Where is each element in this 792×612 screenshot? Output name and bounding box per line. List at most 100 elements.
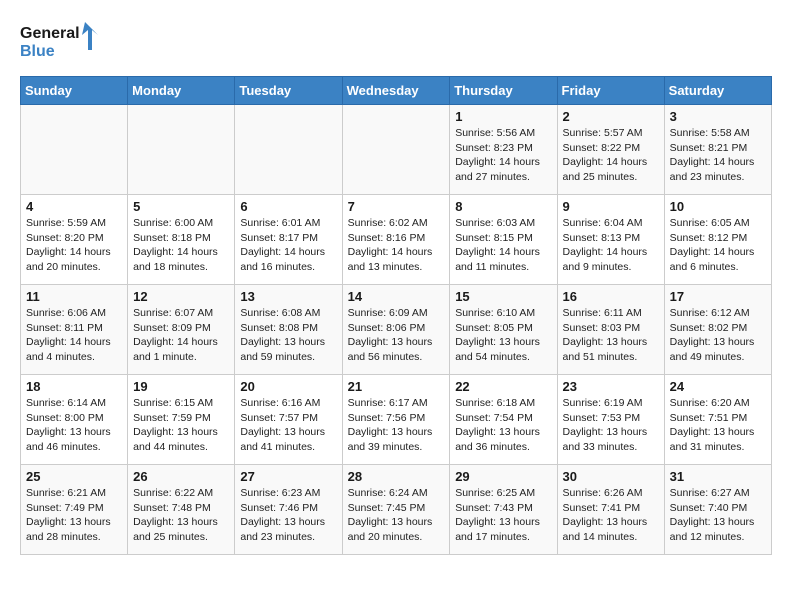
calendar-day-29: 29 Sunrise: 6:25 AM Sunset: 7:43 PM Dayli… [450,465,557,555]
calendar-day-empty [235,105,342,195]
day-number: 14 [348,289,445,304]
day-info: Sunrise: 6:00 AM Sunset: 8:18 PM Dayligh… [133,216,229,275]
calendar-day-empty [128,105,235,195]
calendar-day-1: 1 Sunrise: 5:56 AM Sunset: 8:23 PM Daylig… [450,105,557,195]
day-number: 10 [670,199,766,214]
calendar-day-7: 7 Sunrise: 6:02 AM Sunset: 8:16 PM Daylig… [342,195,450,285]
day-info: Sunrise: 6:11 AM Sunset: 8:03 PM Dayligh… [563,306,659,365]
calendar-day-27: 27Sunrise: 6:23 AM Sunset: 7:46 PM Dayli… [235,465,342,555]
calendar-day-30: 30 Sunrise: 6:26 AM Sunset: 7:41 PM Dayli… [557,465,664,555]
day-number: 11 [26,289,122,304]
calendar-day-20: 20 Sunrise: 6:16 AM Sunset: 7:57 PM Dayli… [235,375,342,465]
day-info: Sunrise: 6:06 AM Sunset: 8:11 PM Dayligh… [26,306,122,365]
day-info: Sunrise: 5:56 AM Sunset: 8:23 PM Dayligh… [455,126,551,185]
calendar-week-4: 18Sunrise: 6:14 AM Sunset: 8:00 PM Dayli… [21,375,772,465]
day-info: Sunrise: 6:17 AM Sunset: 7:56 PM Dayligh… [348,396,445,455]
calendar-day-16: 16 Sunrise: 6:11 AM Sunset: 8:03 PM Dayli… [557,285,664,375]
calendar-day-23: 23 Sunrise: 6:19 AM Sunset: 7:53 PM Dayli… [557,375,664,465]
calendar-day-22: 22 Sunrise: 6:18 AM Sunset: 7:54 PM Dayli… [450,375,557,465]
day-number: 1 [455,109,551,124]
day-number: 3 [670,109,766,124]
day-info: Sunrise: 6:03 AM Sunset: 8:15 PM Dayligh… [455,216,551,275]
calendar-day-25: 25 Sunrise: 6:21 AM Sunset: 7:49 PM Dayli… [21,465,128,555]
day-number: 2 [563,109,659,124]
svg-text:Blue: Blue [20,43,55,60]
day-number: 21 [348,379,445,394]
day-info: Sunrise: 6:09 AM Sunset: 8:06 PM Dayligh… [348,306,445,365]
day-number: 12 [133,289,229,304]
calendar-week-3: 11 Sunrise: 6:06 AM Sunset: 8:11 PM Dayli… [21,285,772,375]
day-number: 24 [670,379,766,394]
calendar-week-1: 1 Sunrise: 5:56 AM Sunset: 8:23 PM Daylig… [21,105,772,195]
day-number: 9 [563,199,659,214]
day-number: 8 [455,199,551,214]
day-number: 26 [133,469,229,484]
day-number: 30 [563,469,659,484]
calendar-day-empty [342,105,450,195]
day-info: Sunrise: 6:18 AM Sunset: 7:54 PM Dayligh… [455,396,551,455]
day-info: Sunrise: 6:12 AM Sunset: 8:02 PM Dayligh… [670,306,766,365]
day-number: 28 [348,469,445,484]
day-info: Sunrise: 6:04 AM Sunset: 8:13 PM Dayligh… [563,216,659,275]
day-info: Sunrise: 6:14 AM Sunset: 8:00 PM Dayligh… [26,396,122,455]
calendar-day-15: 15 Sunrise: 6:10 AM Sunset: 8:05 PM Dayli… [450,285,557,375]
day-info: Sunrise: 6:07 AM Sunset: 8:09 PM Dayligh… [133,306,229,365]
calendar-day-31: 31Sunrise: 6:27 AM Sunset: 7:40 PM Dayli… [664,465,771,555]
day-info: Sunrise: 5:59 AM Sunset: 8:20 PM Dayligh… [26,216,122,275]
calendar-day-24: 24 Sunrise: 6:20 AM Sunset: 7:51 PM Dayli… [664,375,771,465]
day-info: Sunrise: 6:16 AM Sunset: 7:57 PM Dayligh… [240,396,336,455]
calendar-day-9: 9 Sunrise: 6:04 AM Sunset: 8:13 PM Daylig… [557,195,664,285]
day-info: Sunrise: 6:25 AM Sunset: 7:43 PM Dayligh… [455,486,551,545]
day-info: Sunrise: 6:24 AM Sunset: 7:45 PM Dayligh… [348,486,445,545]
day-number: 7 [348,199,445,214]
day-info: Sunrise: 6:01 AM Sunset: 8:17 PM Dayligh… [240,216,336,275]
calendar-day-14: 14 Sunrise: 6:09 AM Sunset: 8:06 PM Dayli… [342,285,450,375]
calendar-table: SundayMondayTuesdayWednesdayThursdayFrid… [20,76,772,555]
calendar-day-5: 5 Sunrise: 6:00 AM Sunset: 8:18 PM Daylig… [128,195,235,285]
day-info: Sunrise: 6:26 AM Sunset: 7:41 PM Dayligh… [563,486,659,545]
calendar-day-3: 3 Sunrise: 5:58 AM Sunset: 8:21 PM Daylig… [664,105,771,195]
logo-icon: GeneralBlue [20,20,100,60]
day-number: 20 [240,379,336,394]
day-number: 4 [26,199,122,214]
calendar-day-19: 19Sunrise: 6:15 AM Sunset: 7:59 PM Dayli… [128,375,235,465]
day-number: 13 [240,289,336,304]
day-number: 29 [455,469,551,484]
calendar-day-11: 11 Sunrise: 6:06 AM Sunset: 8:11 PM Dayli… [21,285,128,375]
day-info: Sunrise: 6:08 AM Sunset: 8:08 PM Dayligh… [240,306,336,365]
day-number: 31 [670,469,766,484]
day-info: Sunrise: 6:10 AM Sunset: 8:05 PM Dayligh… [455,306,551,365]
day-number: 23 [563,379,659,394]
day-info: Sunrise: 6:21 AM Sunset: 7:49 PM Dayligh… [26,486,122,545]
day-number: 17 [670,289,766,304]
calendar-day-26: 26 Sunrise: 6:22 AM Sunset: 7:48 PM Dayli… [128,465,235,555]
calendar-day-28: 28 Sunrise: 6:24 AM Sunset: 7:45 PM Dayli… [342,465,450,555]
calendar-week-5: 25 Sunrise: 6:21 AM Sunset: 7:49 PM Dayli… [21,465,772,555]
weekday-header-row: SundayMondayTuesdayWednesdayThursdayFrid… [21,77,772,105]
day-info: Sunrise: 6:23 AM Sunset: 7:46 PM Dayligh… [240,486,336,545]
day-number: 25 [26,469,122,484]
day-number: 19 [133,379,229,394]
calendar-day-empty [21,105,128,195]
day-number: 22 [455,379,551,394]
calendar-day-13: 13 Sunrise: 6:08 AM Sunset: 8:08 PM Dayli… [235,285,342,375]
day-number: 6 [240,199,336,214]
day-number: 15 [455,289,551,304]
day-info: Sunrise: 6:22 AM Sunset: 7:48 PM Dayligh… [133,486,229,545]
page-header: GeneralBlue [20,20,772,60]
calendar-day-12: 12 Sunrise: 6:07 AM Sunset: 8:09 PM Dayli… [128,285,235,375]
day-info: Sunrise: 5:57 AM Sunset: 8:22 PM Dayligh… [563,126,659,185]
day-info: Sunrise: 6:19 AM Sunset: 7:53 PM Dayligh… [563,396,659,455]
calendar-day-2: 2 Sunrise: 5:57 AM Sunset: 8:22 PM Daylig… [557,105,664,195]
weekday-header-wednesday: Wednesday [342,77,450,105]
day-number: 16 [563,289,659,304]
logo: GeneralBlue [20,20,100,60]
day-info: Sunrise: 5:58 AM Sunset: 8:21 PM Dayligh… [670,126,766,185]
calendar-day-4: 4 Sunrise: 5:59 AM Sunset: 8:20 PM Daylig… [21,195,128,285]
weekday-header-saturday: Saturday [664,77,771,105]
day-info: Sunrise: 6:05 AM Sunset: 8:12 PM Dayligh… [670,216,766,275]
day-number: 5 [133,199,229,214]
day-info: Sunrise: 6:02 AM Sunset: 8:16 PM Dayligh… [348,216,445,275]
weekday-header-sunday: Sunday [21,77,128,105]
day-info: Sunrise: 6:20 AM Sunset: 7:51 PM Dayligh… [670,396,766,455]
